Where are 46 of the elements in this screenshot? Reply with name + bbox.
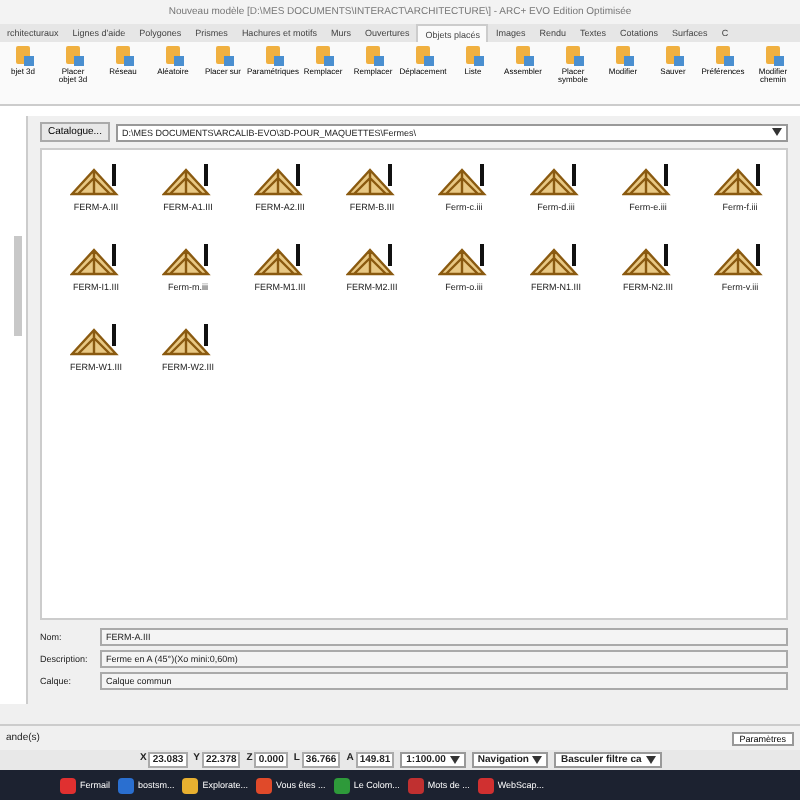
dropdown-arrow-icon	[645, 756, 656, 764]
truss-icon[interactable]	[70, 162, 122, 198]
object-icon	[661, 44, 685, 68]
object-icon	[11, 44, 35, 68]
dropdown-arrow-icon	[532, 756, 543, 764]
truss-icon[interactable]	[622, 162, 674, 198]
dropdown-arrow-icon	[772, 127, 782, 135]
app-icon	[60, 777, 76, 793]
object-icon	[111, 44, 135, 68]
truss-icon[interactable]	[714, 162, 766, 198]
dropdown-arrow-icon	[449, 756, 460, 764]
truss-icon[interactable]	[254, 242, 306, 278]
object-icon	[311, 44, 335, 68]
truss-icon[interactable]	[530, 162, 582, 198]
object-icon	[261, 44, 285, 68]
object-icon	[511, 44, 535, 68]
truss-icon[interactable]	[346, 242, 398, 278]
object-icon	[411, 44, 435, 68]
object-icon	[461, 44, 485, 68]
object-icon	[611, 44, 635, 68]
object-icon	[711, 44, 735, 68]
truss-icon[interactable]	[254, 162, 306, 198]
object-icon	[161, 44, 185, 68]
truss-icon[interactable]	[438, 242, 490, 278]
object-icon	[211, 44, 235, 68]
object-icon	[361, 44, 385, 68]
truss-icon[interactable]	[346, 162, 398, 198]
truss-icon[interactable]	[530, 242, 582, 278]
object-icon	[561, 44, 585, 68]
truss-icon[interactable]	[162, 242, 214, 278]
truss-icon[interactable]	[162, 322, 214, 358]
app-icon	[333, 777, 350, 793]
truss-icon[interactable]	[70, 322, 122, 358]
object-icon	[61, 44, 85, 68]
truss-icon[interactable]	[438, 162, 490, 198]
scrollbar[interactable]	[14, 236, 22, 336]
truss-icon[interactable]	[622, 242, 674, 278]
truss-icon[interactable]	[70, 242, 122, 278]
app-icon	[407, 777, 424, 793]
truss-icon[interactable]	[714, 242, 766, 278]
truss-icon[interactable]	[162, 162, 214, 198]
app-icon	[118, 777, 135, 793]
app-icon	[182, 777, 199, 793]
object-icon	[761, 44, 785, 68]
app-icon	[256, 777, 273, 793]
app-icon	[477, 777, 494, 793]
